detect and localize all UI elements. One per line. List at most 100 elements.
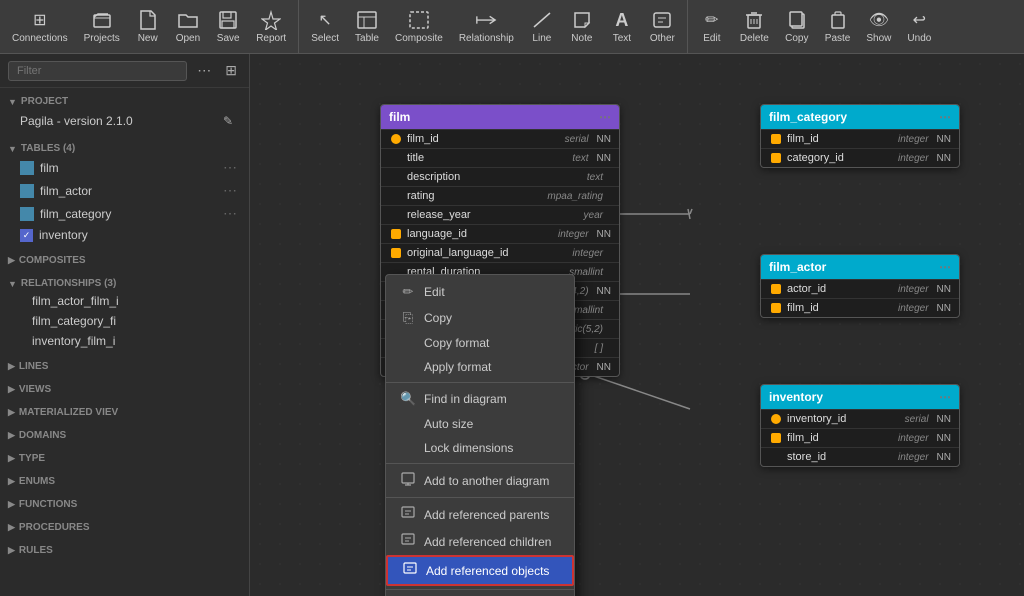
ctx-auto-size[interactable]: Auto size [386, 412, 574, 436]
film-category-table-header: film_category ⋯ [761, 105, 959, 129]
ctx-apply-format[interactable]: Apply format [386, 355, 574, 379]
other-button[interactable]: Other [642, 5, 683, 48]
type-header[interactable]: ▶ TYPE [8, 449, 241, 466]
sidebar-item-film[interactable]: film ⋯ [8, 156, 241, 179]
functions-chevron: ▶ [8, 499, 15, 510]
sidebar-layout-icon[interactable]: ⊞ [221, 60, 241, 81]
open-button[interactable]: Open [168, 5, 208, 48]
relationships-header[interactable]: ▼ RELATIONSHIPS (3) [8, 274, 241, 291]
save-icon [217, 9, 239, 31]
ctx-add-referenced-children-label: Add referenced children [424, 535, 551, 549]
film-category-label: film_category [40, 207, 111, 221]
new-button[interactable]: New [128, 5, 168, 48]
sidebar-item-film-category[interactable]: film_category ⋯ [8, 202, 241, 225]
text-button[interactable]: A Text [602, 5, 642, 48]
film-category-table[interactable]: film_category ⋯ film_id integer NN categ… [760, 104, 960, 168]
connections-label: Connections [12, 33, 68, 44]
ctx-edit[interactable]: ✏ Edit [386, 279, 574, 305]
undo-button[interactable]: ↩ Undo [899, 5, 939, 48]
sidebar-item-inventory[interactable]: ✓ inventory [8, 225, 241, 245]
save-button[interactable]: Save [208, 5, 248, 48]
sidebar-item-film-category-film[interactable]: film_category_fi [8, 311, 241, 331]
ctx-sep-3 [386, 497, 574, 498]
sidebar-search-row: ⋯ ⊞ [0, 54, 249, 88]
canvas-area[interactable]: film ⋯ film_id serial NN title text NN d… [250, 54, 1024, 596]
functions-section: ▶ FUNCTIONS [0, 491, 249, 514]
inv-store_id-row: store_id integer NN [761, 447, 959, 466]
copy-label: Copy [785, 33, 808, 44]
inventory-table[interactable]: inventory ⋯ inventory_id serial NN film_… [760, 384, 960, 467]
sidebar-item-inventory-film[interactable]: inventory_film_i [8, 331, 241, 351]
relationship-button[interactable]: Relationship [451, 5, 522, 48]
enums-label: ENUMS [19, 476, 55, 487]
functions-header[interactable]: ▶ FUNCTIONS [8, 495, 241, 512]
ctx-add-referenced-parents[interactable]: Add referenced parents [386, 501, 574, 528]
ctx-copy-format[interactable]: Copy format [386, 331, 574, 355]
film-category-table-icon [20, 207, 34, 221]
ctx-lock-dimensions[interactable]: Lock dimensions [386, 436, 574, 460]
show-icon: 👁 [868, 9, 890, 31]
sidebar-more-icon[interactable]: ⋯ [193, 60, 215, 81]
open-icon [177, 9, 199, 31]
undo-icon: ↩ [908, 9, 930, 31]
ctx-add-referenced-objects[interactable]: Add referenced objects [386, 555, 574, 586]
note-icon [571, 9, 593, 31]
line-button[interactable]: Line [522, 5, 562, 48]
table-button[interactable]: Table [347, 5, 387, 48]
project-edit-icon[interactable]: ✎ [219, 112, 237, 130]
report-button[interactable]: Report [248, 5, 294, 48]
filter-input[interactable] [8, 61, 187, 81]
project-name-item[interactable]: Pagila - version 2.1.0 ✎ [8, 109, 241, 133]
tables-header[interactable]: ▼ TABLES (4) [8, 139, 241, 156]
mat-views-header[interactable]: ▶ MATERIALIZED VIEV [8, 403, 241, 420]
lines-chevron: ▶ [8, 361, 15, 372]
film-actor-table[interactable]: film_actor ⋯ actor_id integer NN film_id… [760, 254, 960, 318]
fk-icon-orig-lang [389, 246, 403, 260]
film-actor-dots[interactable]: ⋯ [223, 182, 237, 199]
ctx-add-referenced-children[interactable]: Add referenced children [386, 528, 574, 555]
edit-button[interactable]: ✏ Edit [692, 5, 732, 48]
film-dots[interactable]: ⋯ [223, 159, 237, 176]
enums-header[interactable]: ▶ ENUMS [8, 472, 241, 489]
ctx-lock-dimensions-label: Lock dimensions [424, 441, 513, 455]
sidebar-item-film-actor[interactable]: film_actor ⋯ [8, 179, 241, 202]
film-title-row: title text NN [381, 148, 619, 167]
lines-header[interactable]: ▶ LINES [8, 357, 241, 374]
ctx-find-diagram[interactable]: 🔍 Find in diagram [386, 386, 574, 412]
procedures-header[interactable]: ▶ PROCEDURES [8, 518, 241, 535]
ctx-auto-size-label: Auto size [424, 417, 473, 431]
rules-header[interactable]: ▶ RULES [8, 541, 241, 558]
type-label: TYPE [19, 453, 45, 464]
delete-button[interactable]: Delete [732, 5, 777, 48]
views-header[interactable]: ▶ VIEWS [8, 380, 241, 397]
show-label: Show [866, 33, 891, 44]
paste-button[interactable]: Paste [817, 5, 859, 48]
domains-header[interactable]: ▶ DOMAINS [8, 426, 241, 443]
sidebar-item-film-actor-film[interactable]: film_actor_film_i [8, 291, 241, 311]
inventory-table-title: inventory [769, 390, 823, 404]
note-button[interactable]: Note [562, 5, 602, 48]
film-actor-dots[interactable]: ⋯ [939, 260, 951, 274]
select-button[interactable]: ↖ Select [303, 5, 347, 48]
ctx-copy[interactable]: ⎘ Copy [386, 305, 574, 331]
line-label: Line [532, 33, 551, 44]
connections-button[interactable]: ⊞ Connections [4, 5, 76, 48]
ctx-add-referenced-objects-label: Add referenced objects [426, 564, 549, 578]
film-category-dots[interactable]: ⋯ [939, 110, 951, 124]
copy-button[interactable]: Copy [777, 5, 817, 48]
composites-header[interactable]: ▶ COMPOSITES [8, 251, 241, 268]
rules-chevron: ▶ [8, 545, 15, 556]
ctx-add-another-diagram[interactable]: Add to another diagram [386, 467, 574, 494]
mat-views-label: MATERIALIZED VIEV [19, 407, 118, 418]
text-label: Text [613, 33, 631, 44]
inventory-dots[interactable]: ⋯ [939, 390, 951, 404]
materialized-views-section: ▶ MATERIALIZED VIEV [0, 399, 249, 422]
type-chevron: ▶ [8, 453, 15, 464]
project-header[interactable]: ▼ PROJECT [8, 92, 241, 109]
film-table-dots[interactable]: ⋯ [599, 110, 611, 124]
projects-button[interactable]: Projects [76, 5, 128, 48]
show-button[interactable]: 👁 Show [858, 5, 899, 48]
composite-button[interactable]: Composite [387, 5, 451, 48]
connections-icon: ⊞ [29, 9, 51, 31]
film-category-dots[interactable]: ⋯ [223, 205, 237, 222]
